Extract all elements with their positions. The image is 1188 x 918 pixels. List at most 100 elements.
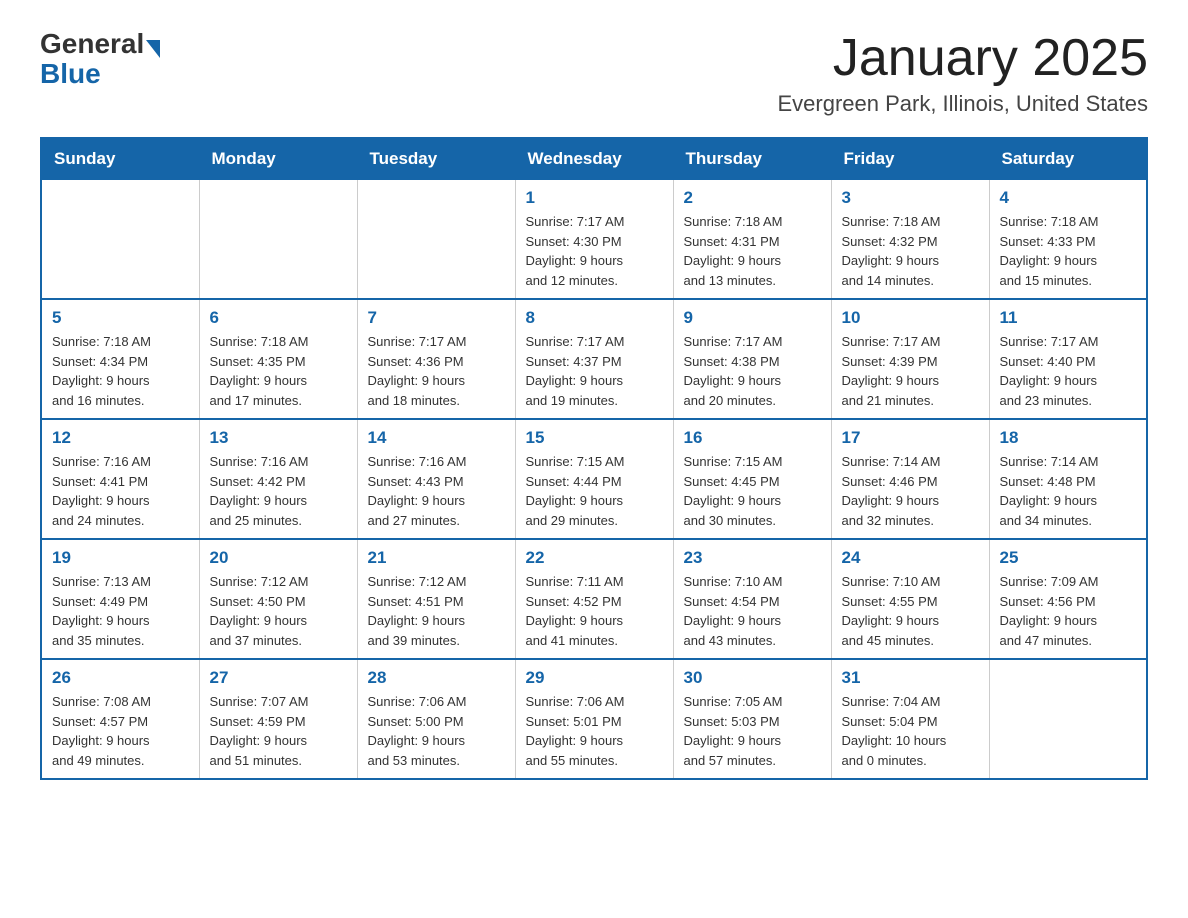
calendar-week-row: 19 Sunrise: 7:13 AM Sunset: 4:49 PM Dayli… — [41, 539, 1147, 659]
table-row: 27 Sunrise: 7:07 AM Sunset: 4:59 PM Dayli… — [199, 659, 357, 779]
table-row: 19 Sunrise: 7:13 AM Sunset: 4:49 PM Dayli… — [41, 539, 199, 659]
day-info: Sunrise: 7:18 AM Sunset: 4:33 PM Dayligh… — [1000, 212, 1137, 290]
table-row: 31 Sunrise: 7:04 AM Sunset: 5:04 PM Dayli… — [831, 659, 989, 779]
day-number: 7 — [368, 308, 505, 328]
day-info: Sunrise: 7:18 AM Sunset: 4:34 PM Dayligh… — [52, 332, 189, 410]
day-info: Sunrise: 7:17 AM Sunset: 4:39 PM Dayligh… — [842, 332, 979, 410]
col-wednesday: Wednesday — [515, 138, 673, 180]
day-number: 1 — [526, 188, 663, 208]
day-info: Sunrise: 7:17 AM Sunset: 4:36 PM Dayligh… — [368, 332, 505, 410]
calendar-table: Sunday Monday Tuesday Wednesday Thursday… — [40, 137, 1148, 780]
day-number: 2 — [684, 188, 821, 208]
day-info: Sunrise: 7:18 AM Sunset: 4:32 PM Dayligh… — [842, 212, 979, 290]
table-row: 10 Sunrise: 7:17 AM Sunset: 4:39 PM Dayli… — [831, 299, 989, 419]
day-number: 17 — [842, 428, 979, 448]
calendar-header-row: Sunday Monday Tuesday Wednesday Thursday… — [41, 138, 1147, 180]
day-info: Sunrise: 7:04 AM Sunset: 5:04 PM Dayligh… — [842, 692, 979, 770]
day-number: 23 — [684, 548, 821, 568]
day-number: 16 — [684, 428, 821, 448]
page-header: General Blue January 2025 Evergreen Park… — [40, 30, 1148, 117]
day-info: Sunrise: 7:10 AM Sunset: 4:55 PM Dayligh… — [842, 572, 979, 650]
col-thursday: Thursday — [673, 138, 831, 180]
table-row: 26 Sunrise: 7:08 AM Sunset: 4:57 PM Dayli… — [41, 659, 199, 779]
day-number: 9 — [684, 308, 821, 328]
day-info: Sunrise: 7:17 AM Sunset: 4:38 PM Dayligh… — [684, 332, 821, 410]
day-number: 4 — [1000, 188, 1137, 208]
day-info: Sunrise: 7:07 AM Sunset: 4:59 PM Dayligh… — [210, 692, 347, 770]
calendar-location: Evergreen Park, Illinois, United States — [777, 91, 1148, 117]
day-number: 27 — [210, 668, 347, 688]
table-row: 4 Sunrise: 7:18 AM Sunset: 4:33 PM Daylig… — [989, 180, 1147, 300]
logo-blue-text: Blue — [40, 58, 160, 90]
day-info: Sunrise: 7:16 AM Sunset: 4:42 PM Dayligh… — [210, 452, 347, 530]
table-row: 13Sunrise: 7:16 AM Sunset: 4:42 PM Dayli… — [199, 419, 357, 539]
day-number: 6 — [210, 308, 347, 328]
table-row: 24 Sunrise: 7:10 AM Sunset: 4:55 PM Dayli… — [831, 539, 989, 659]
day-number: 18 — [1000, 428, 1137, 448]
day-number: 12 — [52, 428, 189, 448]
calendar-week-row: 12 Sunrise: 7:16 AM Sunset: 4:41 PM Dayli… — [41, 419, 1147, 539]
logo: General Blue — [40, 30, 160, 90]
day-info: Sunrise: 7:09 AM Sunset: 4:56 PM Dayligh… — [1000, 572, 1137, 650]
day-number: 10 — [842, 308, 979, 328]
day-number: 21 — [368, 548, 505, 568]
day-number: 24 — [842, 548, 979, 568]
day-info: Sunrise: 7:17 AM Sunset: 4:40 PM Dayligh… — [1000, 332, 1137, 410]
day-number: 8 — [526, 308, 663, 328]
day-number: 19 — [52, 548, 189, 568]
day-info: Sunrise: 7:10 AM Sunset: 4:54 PM Dayligh… — [684, 572, 821, 650]
table-row: 3Sunrise: 7:18 AM Sunset: 4:32 PM Daylig… — [831, 180, 989, 300]
table-row: 7 Sunrise: 7:17 AM Sunset: 4:36 PM Daylig… — [357, 299, 515, 419]
table-row: 29Sunrise: 7:06 AM Sunset: 5:01 PM Dayli… — [515, 659, 673, 779]
day-info: Sunrise: 7:18 AM Sunset: 4:35 PM Dayligh… — [210, 332, 347, 410]
day-number: 31 — [842, 668, 979, 688]
day-number: 20 — [210, 548, 347, 568]
day-number: 25 — [1000, 548, 1137, 568]
day-number: 22 — [526, 548, 663, 568]
calendar-week-row: 26 Sunrise: 7:08 AM Sunset: 4:57 PM Dayli… — [41, 659, 1147, 779]
day-number: 29 — [526, 668, 663, 688]
table-row: 17Sunrise: 7:14 AM Sunset: 4:46 PM Dayli… — [831, 419, 989, 539]
table-row: 9 Sunrise: 7:17 AM Sunset: 4:38 PM Daylig… — [673, 299, 831, 419]
calendar-title-block: January 2025 Evergreen Park, Illinois, U… — [777, 30, 1148, 117]
table-row: 25 Sunrise: 7:09 AM Sunset: 4:56 PM Dayli… — [989, 539, 1147, 659]
table-row: 14 Sunrise: 7:16 AM Sunset: 4:43 PM Dayli… — [357, 419, 515, 539]
day-number: 15 — [526, 428, 663, 448]
day-number: 30 — [684, 668, 821, 688]
col-sunday: Sunday — [41, 138, 199, 180]
table-row: 11Sunrise: 7:17 AM Sunset: 4:40 PM Dayli… — [989, 299, 1147, 419]
table-row: 2 Sunrise: 7:18 AM Sunset: 4:31 PM Daylig… — [673, 180, 831, 300]
day-info: Sunrise: 7:12 AM Sunset: 4:50 PM Dayligh… — [210, 572, 347, 650]
day-info: Sunrise: 7:05 AM Sunset: 5:03 PM Dayligh… — [684, 692, 821, 770]
day-info: Sunrise: 7:11 AM Sunset: 4:52 PM Dayligh… — [526, 572, 663, 650]
day-number: 28 — [368, 668, 505, 688]
col-saturday: Saturday — [989, 138, 1147, 180]
table-row — [989, 659, 1147, 779]
table-row — [199, 180, 357, 300]
day-info: Sunrise: 7:17 AM Sunset: 4:37 PM Dayligh… — [526, 332, 663, 410]
logo-general-text: General — [40, 30, 144, 58]
day-number: 14 — [368, 428, 505, 448]
table-row: 15 Sunrise: 7:15 AM Sunset: 4:44 PM Dayli… — [515, 419, 673, 539]
table-row: 22 Sunrise: 7:11 AM Sunset: 4:52 PM Dayli… — [515, 539, 673, 659]
table-row: 5 Sunrise: 7:18 AM Sunset: 4:34 PM Daylig… — [41, 299, 199, 419]
day-info: Sunrise: 7:18 AM Sunset: 4:31 PM Dayligh… — [684, 212, 821, 290]
day-info: Sunrise: 7:08 AM Sunset: 4:57 PM Dayligh… — [52, 692, 189, 770]
day-info: Sunrise: 7:13 AM Sunset: 4:49 PM Dayligh… — [52, 572, 189, 650]
day-info: Sunrise: 7:16 AM Sunset: 4:41 PM Dayligh… — [52, 452, 189, 530]
table-row: 12 Sunrise: 7:16 AM Sunset: 4:41 PM Dayli… — [41, 419, 199, 539]
table-row: 16 Sunrise: 7:15 AM Sunset: 4:45 PM Dayli… — [673, 419, 831, 539]
table-row: 21Sunrise: 7:12 AM Sunset: 4:51 PM Dayli… — [357, 539, 515, 659]
logo-arrow-icon — [146, 40, 160, 58]
day-info: Sunrise: 7:15 AM Sunset: 4:44 PM Dayligh… — [526, 452, 663, 530]
day-info: Sunrise: 7:16 AM Sunset: 4:43 PM Dayligh… — [368, 452, 505, 530]
day-info: Sunrise: 7:06 AM Sunset: 5:00 PM Dayligh… — [368, 692, 505, 770]
day-info: Sunrise: 7:15 AM Sunset: 4:45 PM Dayligh… — [684, 452, 821, 530]
col-monday: Monday — [199, 138, 357, 180]
day-number: 5 — [52, 308, 189, 328]
table-row: 8 Sunrise: 7:17 AM Sunset: 4:37 PM Daylig… — [515, 299, 673, 419]
day-info: Sunrise: 7:17 AM Sunset: 4:30 PM Dayligh… — [526, 212, 663, 290]
table-row — [357, 180, 515, 300]
table-row: 1 Sunrise: 7:17 AM Sunset: 4:30 PM Daylig… — [515, 180, 673, 300]
day-number: 26 — [52, 668, 189, 688]
